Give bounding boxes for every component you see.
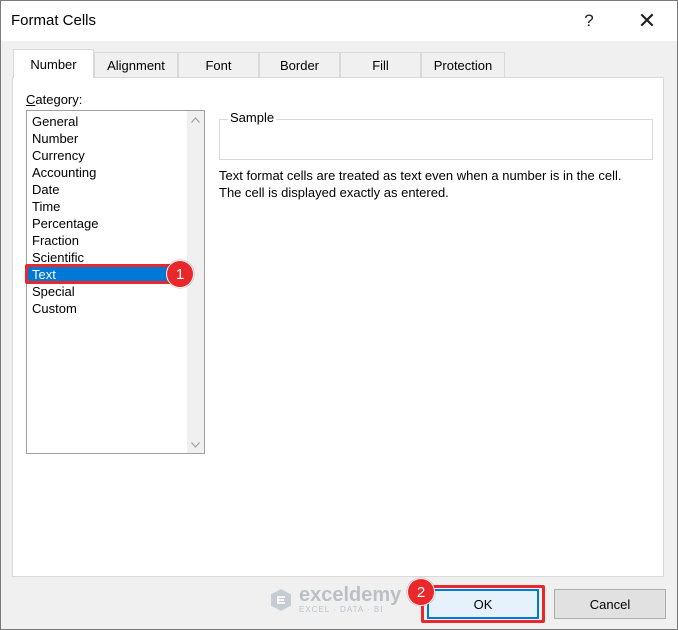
category-item-date[interactable]: Date — [28, 181, 186, 198]
category-item-time[interactable]: Time — [28, 198, 186, 215]
cancel-button[interactable]: Cancel — [554, 589, 666, 619]
title-bar: Format Cells ? ✕ — [1, 1, 677, 41]
close-button[interactable]: ✕ — [625, 5, 669, 37]
category-item-general[interactable]: General — [28, 113, 186, 130]
category-label-mnemonic: C — [26, 92, 36, 107]
sample-group: Sample — [219, 110, 653, 160]
scroll-up-icon[interactable] — [187, 111, 204, 128]
exceldemy-watermark: exceldemy EXCEL · DATA · BI — [269, 585, 401, 614]
step-2-badge: 2 — [407, 578, 435, 606]
category-item-custom[interactable]: Custom — [28, 300, 186, 317]
category-label: Category: — [26, 92, 82, 107]
format-description: Text format cells are treated as text ev… — [219, 167, 621, 201]
tab-border[interactable]: Border — [259, 52, 340, 77]
dialog-title: Format Cells — [11, 12, 97, 29]
help-button[interactable]: ? — [569, 5, 609, 37]
category-item-number[interactable]: Number — [28, 130, 186, 147]
tab-fill[interactable]: Fill — [340, 52, 421, 77]
help-icon: ? — [584, 11, 594, 30]
exceldemy-logo-icon — [271, 588, 291, 611]
format-description-line-2: The cell is displayed exactly as entered… — [219, 185, 449, 200]
step-1-badge: 1 — [166, 260, 194, 288]
close-icon: ✕ — [637, 8, 657, 33]
watermark-tagline: EXCEL · DATA · BI — [299, 605, 384, 614]
tab-alignment[interactable]: Alignment — [94, 52, 178, 77]
format-description-line-1: Text format cells are treated as text ev… — [219, 168, 622, 183]
category-item-fraction[interactable]: Fraction — [28, 232, 186, 249]
ok-highlight-box — [421, 585, 545, 623]
tab-protection[interactable]: Protection — [421, 52, 505, 77]
tab-font[interactable]: Font — [178, 52, 259, 77]
category-item-percentage[interactable]: Percentage — [28, 215, 186, 232]
text-highlight-box — [25, 264, 175, 284]
category-item-accounting[interactable]: Accounting — [28, 164, 186, 181]
category-label-rest: ategory: — [35, 92, 83, 107]
number-tab-panel: Category: General Number Currency Accoun… — [12, 77, 664, 577]
sample-legend: Sample — [228, 110, 277, 125]
category-item-special[interactable]: Special — [28, 283, 186, 300]
watermark-name: exceldemy — [299, 584, 402, 606]
category-item-currency[interactable]: Currency — [28, 147, 186, 164]
scroll-down-icon[interactable] — [187, 436, 204, 453]
format-cells-dialog: Format Cells ? ✕ Number Alignment Font B… — [0, 0, 678, 630]
tab-number[interactable]: Number — [13, 49, 94, 78]
